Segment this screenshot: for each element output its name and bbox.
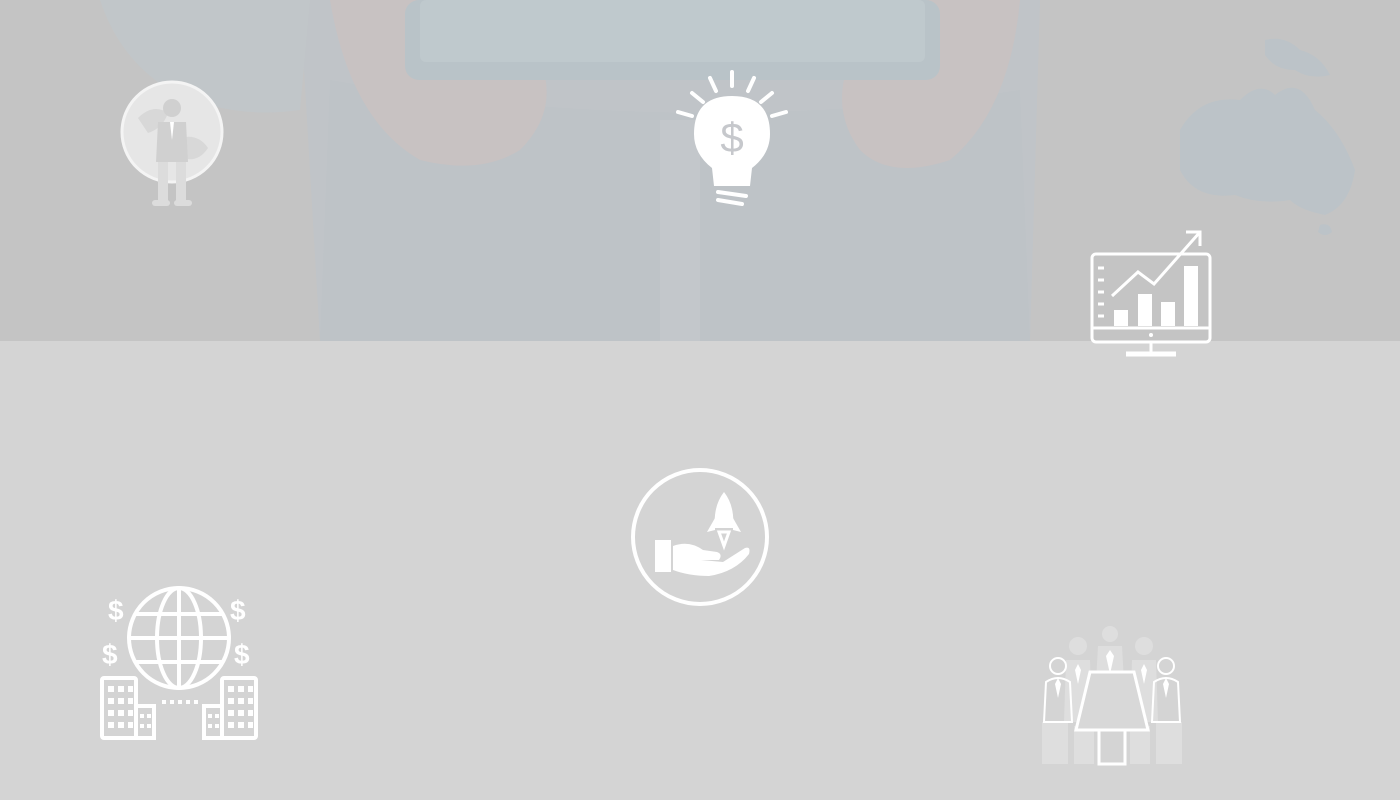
business-meeting-icon (1038, 622, 1186, 768)
global-finance-buildings-icon: $ $ $ $ (98, 582, 260, 744)
growth-chart-monitor-icon (1088, 224, 1216, 362)
lightbulb-dollar-icon: $ (672, 68, 792, 210)
svg-text:$: $ (102, 639, 118, 670)
businessman-globe-icon (118, 78, 226, 210)
svg-text:$: $ (720, 114, 743, 161)
hand-rocket-launch-icon (629, 466, 771, 608)
svg-text:$: $ (230, 595, 246, 626)
svg-text:$: $ (108, 595, 124, 626)
svg-text:$: $ (234, 639, 250, 670)
business-services-section: $ $ $ $ $ (0, 0, 1400, 800)
